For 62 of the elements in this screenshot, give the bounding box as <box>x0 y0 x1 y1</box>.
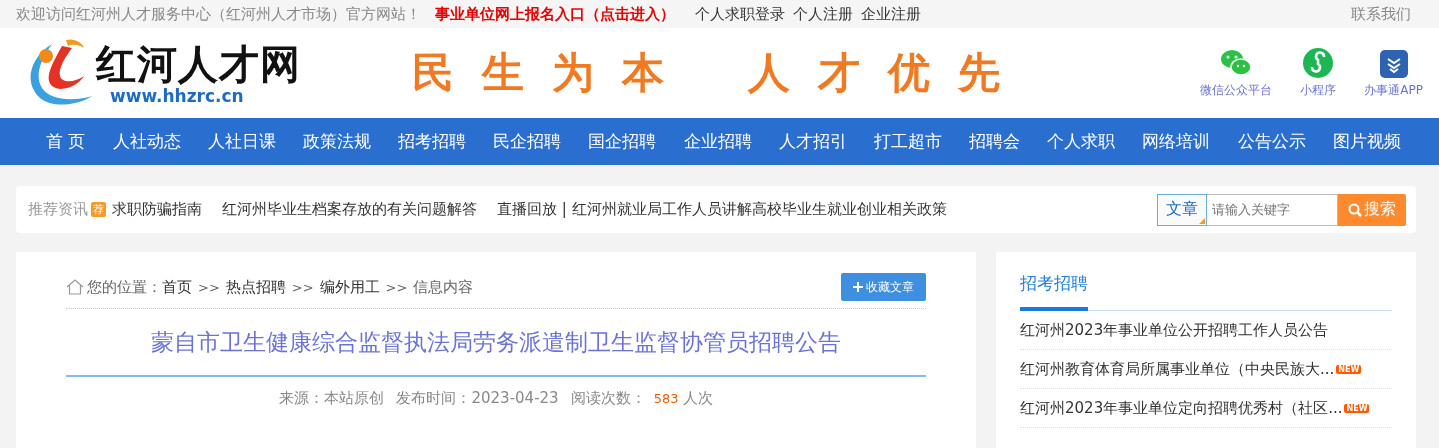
publish-date: 发布时间：2023-04-23 <box>396 389 559 408</box>
plus-icon <box>853 282 863 292</box>
contact-link[interactable]: 联系我们 <box>1351 4 1411 24</box>
views-label: 阅读次数： <box>570 389 646 407</box>
app-label[interactable]: 微信公众平台 <box>1200 81 1273 99</box>
logo-url: www.hhzrc.cn <box>110 87 245 105</box>
nav-item[interactable]: 打工超市 <box>873 130 942 153</box>
news-link[interactable]: 红河州教育体育局所属事业单位（中央民族大... <box>1020 359 1335 379</box>
top-link[interactable]: 企业注册 <box>861 4 921 24</box>
recommend-tag: 荐 <box>91 202 106 217</box>
recommend-label: 推荐资讯 <box>28 200 88 219</box>
nav-item[interactable]: 图片视频 <box>1332 130 1401 153</box>
nav-item[interactable]: 企业招聘 <box>683 130 752 153</box>
sidebar-title: 招考招聘 <box>1020 272 1088 311</box>
nav-item[interactable]: 人社日课 <box>207 130 276 153</box>
welcome-text: 欢迎访问红河州人才服务中心（红河州人才市场）官方网站！ <box>16 4 421 24</box>
nav-item[interactable]: 国企招聘 <box>588 130 657 153</box>
breadcrumb-separator: >> <box>198 279 220 295</box>
news-link[interactable]: 红河州2023年事业单位定向招聘优秀村（社区... <box>1020 398 1343 418</box>
nav-item[interactable]: 政策法规 <box>302 130 371 153</box>
nav-item[interactable]: 人社动态 <box>112 130 181 153</box>
home-icon <box>66 278 84 296</box>
nav-item[interactable]: 网络培训 <box>1142 130 1211 153</box>
news-link[interactable]: 红河州2023年事业单位公开招聘工作人员公告 <box>1020 320 1329 340</box>
breadcrumb-link[interactable]: 编外用工 <box>319 277 380 297</box>
logo-text: 红河人才网 <box>96 41 301 87</box>
nav-item[interactable]: 招考招聘 <box>398 130 467 153</box>
top-link[interactable]: 个人求职登录 <box>695 4 785 24</box>
chat-bubbles-icon[interactable] <box>1220 47 1253 78</box>
news-link[interactable]: 红河州毕业生档案存放的有关问题解答 <box>222 200 477 219</box>
app-icon[interactable] <box>1379 49 1408 78</box>
breadcrumb-label: 您的位置： <box>87 277 162 297</box>
article-title: 蒙自市卫生健康综合监督执法局劳务派遣制卫生监督协管员招聘公告 <box>66 309 926 377</box>
slogan-text: 民生为本 <box>412 47 692 99</box>
views-count: 583 <box>653 391 679 406</box>
nav-item[interactable]: 人才招引 <box>778 130 847 153</box>
breadcrumb-separator: >> <box>385 279 408 295</box>
new-badge: NEW <box>1344 403 1370 413</box>
link-circle-icon[interactable] <box>1303 47 1334 78</box>
registration-link[interactable]: 事业单位网上报名入口（点击进入） <box>435 4 675 24</box>
breadcrumb-link[interactable]: 首页 <box>162 277 192 297</box>
nav-item[interactable]: 公告公示 <box>1237 130 1306 153</box>
breadcrumb-link[interactable]: 信息内容 <box>413 277 474 297</box>
views-unit: 人次 <box>682 389 713 407</box>
app-label[interactable]: 办事通APP <box>1364 81 1423 99</box>
category-select[interactable]: 文章 <box>1157 193 1207 226</box>
nav-item[interactable]: 民企招聘 <box>493 130 562 153</box>
slogan-text: 人才优先 <box>748 47 1028 99</box>
top-link[interactable]: 个人注册 <box>793 4 853 24</box>
nav-item[interactable]: 首 页 <box>46 130 86 153</box>
new-badge: NEW <box>1336 364 1362 374</box>
nav-item[interactable]: 个人求职 <box>1047 130 1116 153</box>
news-link[interactable]: 求职防骗指南 <box>112 200 202 219</box>
source-text: 来源：本站原创 <box>279 389 385 408</box>
breadcrumb-link[interactable]: 热点招聘 <box>225 277 286 297</box>
app-label[interactable]: 小程序 <box>1300 81 1337 99</box>
search-icon <box>1348 202 1362 217</box>
news-link[interactable]: 直播回放 | 红河州就业局工作人员讲解高校毕业生就业创业相关政策 <box>497 200 947 219</box>
search-field[interactable]: 请输入关键字 <box>1207 193 1338 226</box>
breadcrumb-separator: >> <box>291 279 314 295</box>
nav-item[interactable]: 招聘会 <box>969 130 1021 153</box>
favorite-button[interactable]: 收藏文章 <box>841 273 926 301</box>
